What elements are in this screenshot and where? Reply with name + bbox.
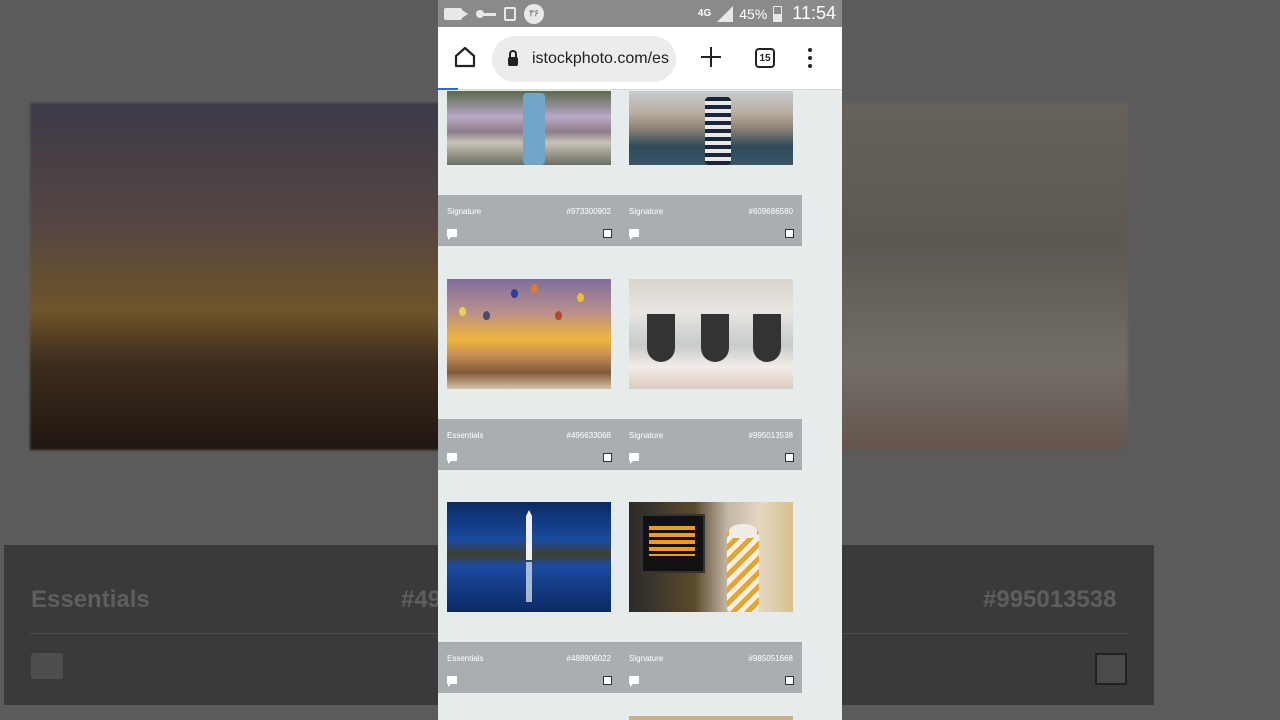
clock: 11:54 — [792, 3, 836, 23]
comment-icon[interactable] — [447, 229, 457, 240]
card-meta-bar: Signature #995013538 — [620, 419, 802, 470]
comment-icon[interactable] — [629, 229, 639, 240]
image-id: #995013538 — [748, 431, 794, 440]
comment-icon[interactable] — [447, 676, 457, 687]
hat-shape — [729, 524, 757, 538]
balloon-shape — [511, 289, 518, 298]
balloon-shape — [483, 311, 490, 320]
hammock-shape — [753, 314, 781, 362]
card-meta-bar: Essentials #496633068 — [438, 419, 620, 470]
image-thumbnail[interactable] — [629, 502, 793, 612]
hammock-shape — [701, 314, 729, 362]
select-checkbox[interactable] — [785, 229, 794, 238]
balloon-shape — [531, 284, 538, 293]
image-card[interactable]: Essentials #488906022 — [438, 470, 620, 694]
phone-screen: ۳۶ 4G 45% 11:54 istockphoto.com/es 15 Si… — [438, 0, 842, 720]
background-id-right: #995013538 — [983, 586, 1117, 613]
menu-dot — [808, 64, 812, 68]
comment-icon[interactable] — [629, 676, 639, 687]
url-text: istockphoto.com/es — [532, 50, 669, 67]
notification-badge-icon: ۳۶ — [524, 3, 544, 24]
background-id-left: #49 — [401, 586, 442, 613]
card-meta-bar: Essentials #488906022 — [438, 642, 620, 693]
recycle-icon — [504, 6, 516, 21]
browser-toolbar: istockphoto.com/es 15 — [438, 27, 842, 90]
select-checkbox[interactable] — [603, 229, 612, 238]
select-checkbox[interactable] — [785, 676, 794, 685]
image-id: #496633068 — [566, 431, 612, 440]
image-card[interactable]: Essentials #496633068 — [438, 246, 620, 470]
license-label: Signature — [629, 431, 664, 440]
comment-icon[interactable] — [447, 453, 457, 464]
select-checkbox[interactable] — [603, 676, 612, 685]
image-card[interactable]: Signature #609686580 — [620, 90, 802, 246]
comment-icon[interactable] — [629, 453, 639, 464]
card-meta-bar: Signature #973300902 — [438, 195, 620, 246]
license-label: Essentials — [447, 654, 484, 663]
image-card[interactable] — [620, 694, 802, 720]
results-grid: Signature #973300902 Signature #60968658… — [438, 90, 842, 720]
card-meta-bar: Signature #609686580 — [620, 195, 802, 246]
image-card[interactable]: Signature #995013538 — [620, 246, 802, 470]
license-label: Essentials — [447, 431, 484, 440]
card-meta-bar: Signature #985051668 — [620, 642, 802, 693]
home-button[interactable] — [452, 44, 478, 70]
new-tab-button[interactable] — [700, 46, 722, 68]
menu-dot — [808, 48, 812, 52]
image-thumbnail[interactable] — [447, 279, 611, 389]
image-thumbnail[interactable] — [629, 279, 793, 389]
person-figure — [727, 530, 759, 612]
background-comment-icon — [31, 653, 63, 679]
video-camera-icon — [444, 7, 468, 20]
license-label: Signature — [629, 207, 664, 216]
status-bar: ۳۶ 4G 45% 11:54 — [438, 0, 842, 27]
background-hammocks-photo — [842, 103, 1128, 450]
image-thumbnail[interactable] — [447, 502, 611, 612]
image-thumbnail[interactable] — [447, 91, 611, 165]
background-checkbox — [1095, 653, 1127, 685]
overflow-menu-button[interactable] — [808, 48, 812, 68]
balloon-shape — [459, 307, 466, 316]
monument-reflection — [526, 562, 532, 602]
status-left-icons: ۳۶ — [444, 0, 544, 27]
departure-board-shape — [641, 514, 705, 573]
image-id: #985051668 — [748, 654, 794, 663]
signal-icon — [717, 5, 734, 22]
status-right-icons: 4G 45% 11:54 — [698, 0, 836, 27]
balloon-shape — [555, 311, 562, 320]
balloon-shape — [577, 293, 584, 302]
home-icon — [454, 46, 476, 68]
person-figure — [705, 97, 731, 165]
image-card[interactable]: Signature #985051668 — [620, 470, 802, 694]
menu-dot — [808, 56, 812, 60]
tab-switcher-button[interactable]: 15 — [755, 48, 775, 68]
image-card[interactable]: Signature #973300902 — [438, 90, 620, 246]
select-checkbox[interactable] — [603, 453, 612, 462]
battery-percent: 45% — [739, 5, 768, 22]
image-id: #488906022 — [566, 654, 612, 663]
license-label: Signature — [629, 654, 664, 663]
hammock-shape — [647, 314, 675, 362]
background-balloons-photo — [30, 103, 450, 450]
battery-icon — [773, 5, 783, 22]
background-license-label: Essentials — [31, 586, 150, 613]
network-type: 4G — [697, 8, 712, 19]
person-figure — [523, 93, 545, 165]
lock-icon — [508, 50, 518, 66]
image-thumbnail[interactable] — [629, 716, 793, 720]
image-id: #609686580 — [748, 207, 794, 216]
address-bar[interactable]: istockphoto.com/es — [492, 36, 676, 82]
select-checkbox[interactable] — [785, 453, 794, 462]
grid-gutter — [802, 90, 842, 720]
key-icon — [476, 9, 496, 18]
monument-shape — [526, 510, 532, 560]
image-id: #973300902 — [566, 207, 612, 216]
license-label: Signature — [447, 207, 482, 216]
image-thumbnail[interactable] — [629, 91, 793, 165]
